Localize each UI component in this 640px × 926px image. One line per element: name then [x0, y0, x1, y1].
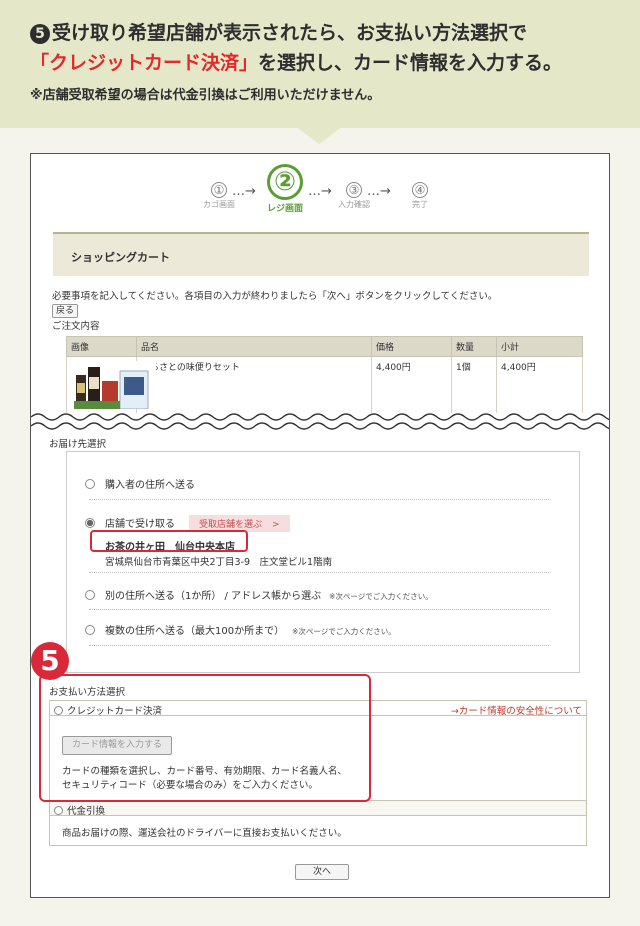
callout-number-badge: 5 [31, 642, 69, 680]
back-button[interactable]: 戻る [52, 304, 78, 318]
radio-icon[interactable] [85, 625, 95, 635]
radio-icon[interactable] [85, 479, 95, 489]
next-button[interactable]: 次へ [295, 864, 349, 880]
instruction-note: ※店舗受取希望の場合は代金引換はご利用いただけません。 [30, 88, 381, 103]
payment-highlight-box [39, 674, 371, 802]
instruction-banner: 5 受け取り希望店舗が表示されたら、お支払い方法選択で 「クレジットカード決済」を… [0, 0, 640, 128]
radio-icon[interactable] [54, 806, 63, 815]
table-header-row: 画像 品名 価格 数量 小計 [66, 336, 583, 357]
column-header: 価格 [371, 336, 452, 357]
cart-instruction: 必要事項を記入してください。各項目の入力が終わりましたら「次へ」ボタンをクリック… [52, 291, 498, 302]
ship-option-other[interactable]: 別の住所へ送る（1か所） / アドレス帳から選ぶ ※次ページでご入力ください。 [85, 587, 433, 602]
instruction-line-1: 5 受け取り希望店舗が表示されたら、お支払い方法選択で [30, 18, 527, 45]
divider [89, 645, 549, 646]
column-header: 数量 [451, 336, 497, 357]
ship-option-multiple[interactable]: 複数の住所へ送る（最大100か所まで） ※次ページでご入力ください。 [85, 622, 396, 637]
step-register: ② レジ画面 [261, 164, 309, 214]
shipping-options: 購入者の住所へ送る 店舗で受け取る 受取店舗を選ぶ > お茶の井ヶ田 仙台中央本店 … [66, 451, 580, 673]
step-arrow: …→ [367, 184, 391, 199]
divider [89, 499, 549, 500]
column-header: 品名 [136, 336, 372, 357]
column-header: 小計 [496, 336, 583, 357]
column-header: 画像 [66, 336, 137, 357]
step-arrow: …→ [232, 184, 256, 199]
cod-description: 商品お届けの際、運送会社のドライバーに直接お支払いください。 [62, 828, 347, 839]
step-number-badge: 5 [30, 24, 50, 44]
divider [89, 572, 549, 573]
chevron-right-icon: > [272, 520, 280, 530]
instruction-line-2: 「クレジットカード決済」を選択し、カード情報を入力する。 [30, 52, 563, 74]
cod-panel: 商品お届けの際、運送会社のドライバーに直接お支払いください。 [49, 816, 587, 846]
page-title: ショッピングカート [71, 251, 170, 264]
divider [89, 609, 549, 610]
banner-pointer [295, 126, 343, 144]
cart-header: ショッピングカート [53, 232, 589, 276]
selected-store-address: 宮城県仙台市青葉区中央2丁目3-9 庄文堂ビル1階南 [105, 557, 333, 568]
payment-option-cod[interactable]: 代金引換 [49, 800, 587, 817]
shipping-label: お届け先選択 [49, 439, 107, 450]
store-highlight-box [90, 530, 248, 552]
order-contents-label: ご注文内容 [52, 321, 100, 332]
product-thumbnail [70, 361, 156, 409]
card-security-link[interactable]: →カード情報の安全性について [451, 703, 582, 717]
radio-selected-icon[interactable] [85, 518, 95, 528]
radio-icon[interactable] [85, 590, 95, 600]
step-complete: ④ 完了 [412, 182, 428, 209]
step-arrow: …→ [308, 184, 332, 199]
checkout-screenshot: ① カゴ画面 …→ ② レジ画面 …→ ③ 入力確認 …→ ④ 完了 ショッピン… [30, 153, 610, 898]
highlight-credit-card: クレジットカード決済 [49, 52, 240, 74]
section-cut-divider [31, 413, 609, 431]
ship-option-buyer[interactable]: 購入者の住所へ送る [85, 476, 195, 491]
